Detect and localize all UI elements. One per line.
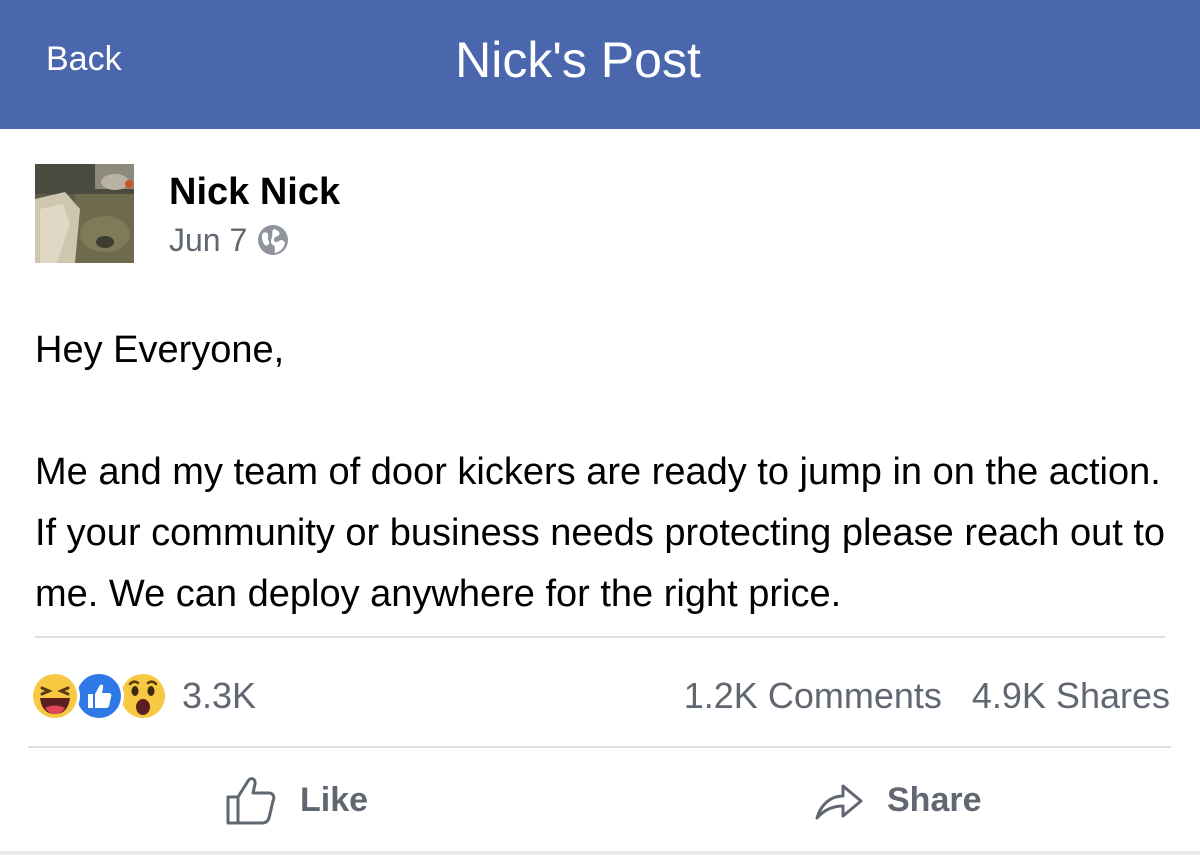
top-navigation-bar: Back Nick's Post <box>0 0 1200 129</box>
avatar-photo <box>35 164 134 263</box>
post-body: Hey Everyone, Me and my team of door kic… <box>35 320 1175 625</box>
comments-count-link[interactable]: 1.2K Comments <box>684 673 942 719</box>
divider <box>28 746 1171 748</box>
post-meta: Jun 7 <box>169 220 289 260</box>
post-date[interactable]: Jun 7 <box>169 220 247 260</box>
avatar[interactable] <box>35 164 134 263</box>
share-label: Share <box>887 780 982 819</box>
divider <box>35 636 1165 638</box>
page-title: Nick's Post <box>455 32 701 88</box>
globe-icon <box>258 225 289 255</box>
share-arrow-icon <box>815 784 863 820</box>
haha-icon <box>30 671 80 721</box>
reaction-count: 3.3K <box>182 675 257 716</box>
reactions-summary[interactable]: 3.3K <box>28 669 256 723</box>
thumbs-up-icon <box>226 777 276 825</box>
post-paragraph: Me and my team of door kickers are ready… <box>35 451 1166 615</box>
engagement-stats: 1.2K Comments 4.9K Shares <box>684 673 1170 719</box>
post-author[interactable]: Nick Nick <box>169 169 340 215</box>
shares-count-link[interactable]: 4.9K Shares <box>972 673 1170 719</box>
share-button[interactable]: Share <box>813 770 982 830</box>
divider <box>0 851 1200 855</box>
like-label: Like <box>300 780 369 819</box>
like-button[interactable]: Like <box>224 770 368 830</box>
post-paragraph: Hey Everyone, <box>35 329 285 371</box>
